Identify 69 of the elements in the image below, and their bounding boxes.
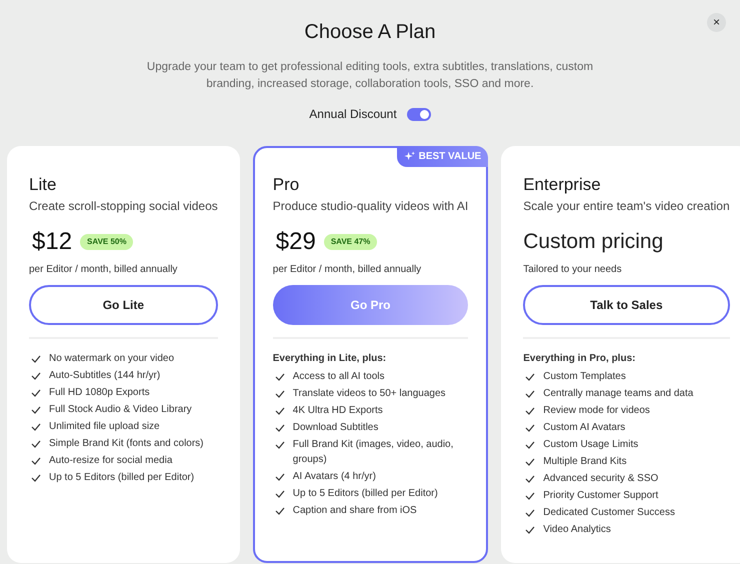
plan-price: $12 [32, 227, 72, 257]
check-icon [274, 407, 285, 415]
plan-price: Custom pricing [523, 229, 664, 256]
feature-text: Download Subtitles [292, 421, 378, 435]
check-icon [274, 441, 285, 449]
feature-text: Full Stock Audio & Video Library [49, 403, 192, 417]
plan-button[interactable]: Go Lite [29, 285, 218, 325]
price-note: Tailored to your needs [523, 263, 623, 277]
plan-tagline: Scale your entire team's video creation [523, 198, 730, 214]
save-badge: SAVE 47% [324, 234, 378, 250]
feature-text: Review mode for videos [543, 404, 650, 418]
check-icon [525, 441, 536, 449]
plan-tagline: Create scroll-stopping social videos [29, 198, 218, 214]
feature-text: 4K Ultra HD Exports [292, 404, 383, 418]
features-heading: Everything in Pro, plus: [523, 352, 636, 366]
feature-text: AI Avatars (4 hr/yr) [292, 470, 376, 484]
plan-tagline: Produce studio-quality videos with AI [272, 198, 468, 214]
check-icon [525, 458, 536, 466]
check-icon [274, 473, 285, 481]
feature-text: Custom Usage Limits [543, 438, 638, 452]
feature-text: Priority Customer Support [543, 489, 658, 503]
feature-text: No watermark on your video [49, 352, 174, 366]
feature-text: Translate videos to 50+ languages [292, 387, 446, 401]
check-icon [525, 424, 536, 432]
sparkle-icon [404, 151, 415, 162]
feature-text: Advanced security & SSO [543, 472, 658, 486]
feature-text: Custom AI Avatars [543, 421, 626, 435]
features-heading: Everything in Lite, plus: [272, 352, 388, 366]
check-icon [525, 373, 536, 381]
feature-text: Multiple Brand Kits [543, 455, 627, 469]
check-icon [274, 390, 285, 398]
feature-text: Access to all AI tools [292, 370, 384, 384]
check-icon [274, 507, 285, 515]
check-icon [274, 490, 285, 498]
plan-name: Pro [272, 174, 300, 196]
feature-text: Full Brand Kit (images, video, audio, groups) [292, 438, 454, 467]
feature-text: Unlimited file upload size [49, 420, 160, 434]
feature-text: Auto-resize for social media [49, 454, 172, 468]
check-icon [525, 407, 536, 415]
feature-text: Simple Brand Kit (fonts and colors) [49, 437, 204, 451]
plan-name: Enterprise [523, 174, 602, 196]
feature-text: Auto-Subtitles (144 hr/yr) [49, 369, 160, 383]
check-icon [274, 373, 285, 381]
feature-text: Centrally manage teams and data [543, 387, 694, 401]
feature-text: Full HD 1080p Exports [49, 386, 150, 400]
check-icon [525, 509, 536, 517]
feature-text: Up to 5 Editors (billed per Editor) [292, 487, 438, 501]
feature-text: Video Analytics [543, 523, 611, 537]
plan-name: Lite [29, 174, 58, 196]
badge-label: BEST VALUE [418, 150, 482, 164]
page-title: Choose A Plan [304, 20, 436, 45]
save-badge: SAVE 50% [80, 234, 134, 250]
feature-text: Custom Templates [543, 370, 626, 384]
plan-button[interactable]: Talk to Sales [523, 285, 730, 325]
check-icon [274, 424, 285, 432]
feature-text: Up to 5 Editors (billed per Editor) [49, 471, 194, 485]
price-note: per Editor / month, billed annually [272, 263, 422, 277]
plan-price: $29 [276, 227, 316, 257]
price-note: per Editor / month, billed annually [29, 263, 178, 277]
check-icon [525, 492, 536, 500]
toggle-label: Annual Discount [309, 106, 397, 123]
close-button[interactable]: × [707, 13, 726, 32]
check-icon [525, 526, 536, 534]
feature-text: Caption and share from iOS [292, 504, 417, 518]
feature-text: Dedicated Customer Success [543, 506, 675, 520]
check-icon [525, 475, 536, 483]
check-icon [525, 390, 536, 398]
annual-discount-toggle[interactable] [406, 108, 431, 120]
page-subtitle: Upgrade your team to get professional editing tools, extra subtitles, translations, custom branding, increased storage, collaboration tools, SSO and more. [146, 60, 594, 92]
